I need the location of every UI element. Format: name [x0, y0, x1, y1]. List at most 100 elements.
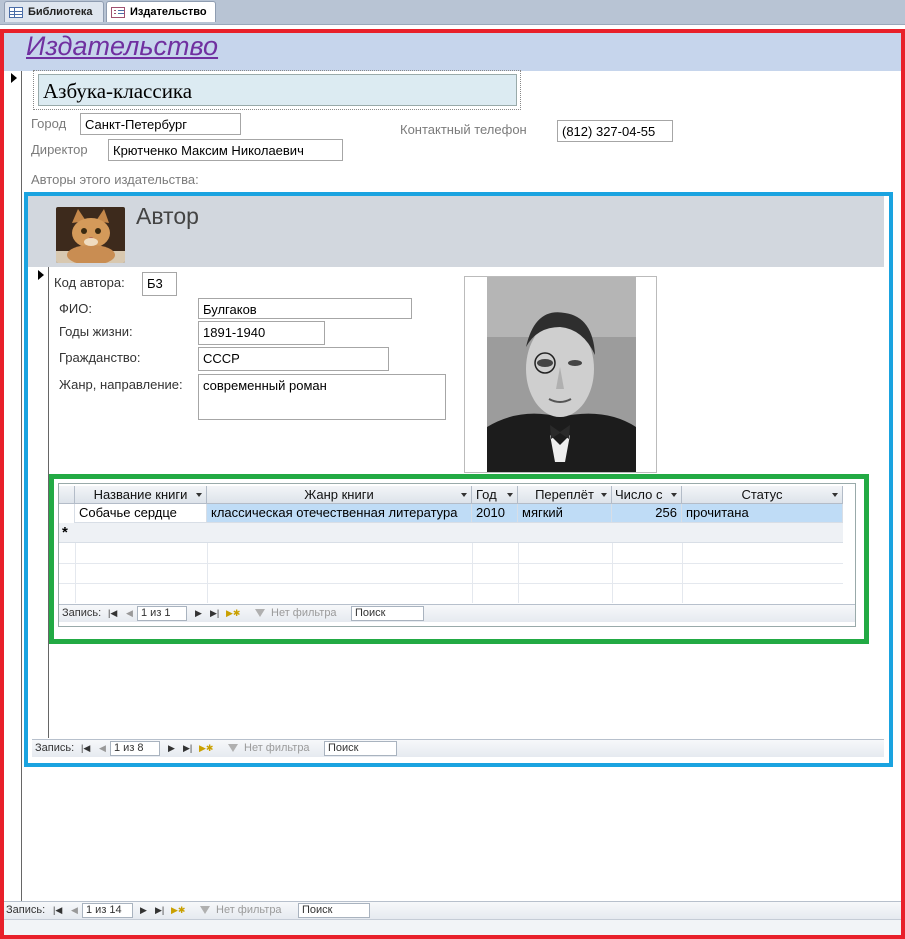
author-fio-label: ФИО:	[59, 301, 92, 316]
author-years-label: Годы жизни:	[59, 324, 133, 339]
column-header-year-label: Год	[476, 487, 497, 502]
column-header-status-label: Статус	[741, 487, 783, 502]
column-header-binding[interactable]: Переплёт	[518, 486, 612, 504]
column-header-book-title-label: Название книги	[93, 487, 188, 502]
grid-line	[682, 543, 683, 603]
last-record-icon[interactable]: ▶|	[155, 905, 164, 916]
author-record-label: Запись:	[35, 742, 75, 754]
cat-icon	[56, 207, 125, 263]
publisher-record-label: Запись:	[6, 904, 46, 916]
publisher-record-navigator: Запись: |◀ ◀ 1 из 14 ▶ ▶| ▶✱ Нет фильтра…	[4, 901, 901, 919]
author-code-label: Код автора:	[54, 275, 125, 290]
publisher-form-title: Издательство	[26, 31, 219, 61]
author-code-field[interactable]: Б3	[142, 272, 177, 296]
phone-label: Контактный телефон	[400, 122, 527, 137]
grid-line	[207, 543, 208, 603]
next-record-icon[interactable]: ▶	[168, 743, 175, 754]
chevron-down-icon[interactable]	[832, 493, 838, 497]
publisher-name-field[interactable]: Азбука-классика	[38, 74, 517, 106]
author-record-position[interactable]: 1 из 8	[110, 741, 160, 756]
table-icon	[9, 6, 23, 18]
column-header-book-title[interactable]: Название книги	[75, 486, 207, 504]
grid-line	[59, 583, 843, 584]
publisher-record-selector[interactable]	[6, 71, 22, 901]
form-icon	[111, 6, 125, 18]
next-record-icon[interactable]: ▶	[140, 905, 147, 916]
row-selector[interactable]	[59, 504, 75, 523]
new-record-marker: *	[62, 524, 68, 541]
new-record-icon[interactable]: ▶✱	[199, 743, 213, 754]
new-record-icon[interactable]: ▶✱	[171, 905, 185, 916]
column-header-year[interactable]: Год	[472, 486, 518, 504]
phone-field[interactable]: (812) 327-04-55	[557, 120, 673, 142]
cell-page-count[interactable]: 256	[612, 504, 682, 523]
column-header-book-genre[interactable]: Жанр книги	[207, 486, 472, 504]
new-record-row[interactable]	[59, 523, 843, 543]
chevron-down-icon[interactable]	[461, 493, 467, 497]
document-tab-bar: Библиотека Издательство	[0, 0, 905, 25]
director-label: Директор	[31, 142, 88, 157]
column-header-status[interactable]: Статус	[682, 486, 843, 504]
new-record-icon[interactable]: ▶✱	[226, 608, 240, 619]
tab-publisher-label: Издательство	[130, 6, 207, 18]
next-record-icon[interactable]: ▶	[195, 608, 202, 619]
author-record-navigator: Запись: |◀ ◀ 1 из 8 ▶ ▶| ▶✱ Нет фильтра …	[32, 739, 884, 757]
author-photo	[464, 276, 657, 473]
chevron-down-icon[interactable]	[507, 493, 513, 497]
column-header-page-count[interactable]: Число с	[612, 486, 682, 504]
cell-book-genre[interactable]: классическая отечественная литература	[207, 504, 472, 523]
publisher-search-box[interactable]: Поиск	[298, 903, 370, 918]
last-record-icon[interactable]: ▶|	[183, 743, 192, 754]
author-citizenship-field[interactable]: СССР	[198, 347, 389, 371]
column-header-book-genre-label: Жанр книги	[304, 487, 374, 502]
publisher-record-position[interactable]: 1 из 14	[82, 903, 133, 918]
author-citizenship-label: Гражданство:	[59, 350, 141, 365]
city-label: Город	[31, 116, 67, 131]
cell-binding[interactable]: мягкий	[518, 504, 612, 523]
status-strip	[4, 919, 901, 935]
author-fio-field[interactable]: Булгаков	[198, 298, 412, 319]
author-portrait-icon	[487, 277, 636, 472]
previous-record-icon[interactable]: ◀	[126, 608, 133, 619]
author-genre-label: Жанр, направление:	[59, 377, 183, 392]
books-record-navigator: Запись: |◀ ◀ 1 из 1 ▶ ▶| ▶✱ Нет фильтра …	[59, 604, 855, 622]
author-years-field[interactable]: 1891-1940	[198, 321, 325, 345]
filter-icon	[255, 609, 265, 617]
previous-record-icon[interactable]: ◀	[71, 905, 78, 916]
author-genre-field[interactable]: современный роман	[198, 374, 446, 420]
chevron-down-icon[interactable]	[671, 493, 677, 497]
books-record-label: Запись:	[62, 607, 102, 619]
previous-record-icon[interactable]: ◀	[99, 743, 106, 754]
first-record-icon[interactable]: |◀	[53, 905, 62, 916]
chevron-down-icon[interactable]	[601, 493, 607, 497]
first-record-icon[interactable]: |◀	[81, 743, 90, 754]
author-filter-status[interactable]: Нет фильтра	[244, 742, 310, 754]
grid-line	[472, 543, 473, 603]
current-author-arrow-icon	[38, 270, 44, 280]
books-search-box[interactable]: Поиск	[351, 606, 424, 621]
city-field[interactable]: Санкт-Петербург	[80, 113, 241, 135]
cell-status[interactable]: прочитана	[682, 504, 843, 523]
current-record-arrow-icon	[11, 73, 17, 83]
first-record-icon[interactable]: |◀	[108, 608, 117, 619]
author-record-selector[interactable]	[33, 267, 49, 738]
director-field[interactable]: Крютченко Максим Николаевич	[108, 139, 343, 161]
select-all-corner[interactable]	[59, 486, 75, 504]
column-header-binding-label: Переплёт	[535, 487, 594, 502]
author-search-box[interactable]: Поиск	[324, 741, 397, 756]
books-filter-status[interactable]: Нет фильтра	[271, 607, 337, 619]
tab-library[interactable]: Библиотека	[4, 1, 104, 22]
grid-line	[75, 543, 76, 603]
filter-icon	[228, 744, 238, 752]
cell-year[interactable]: 2010	[472, 504, 518, 523]
publisher-filter-status[interactable]: Нет фильтра	[216, 904, 282, 916]
tab-library-label: Библиотека	[28, 6, 93, 18]
cell-book-title[interactable]: Собачье сердце	[75, 504, 207, 523]
last-record-icon[interactable]: ▶|	[210, 608, 219, 619]
tab-publisher[interactable]: Издательство	[106, 1, 216, 22]
books-record-position[interactable]: 1 из 1	[137, 606, 187, 621]
grid-line	[518, 543, 519, 603]
grid-line	[612, 543, 613, 603]
authors-subform-label: Авторы этого издательства:	[31, 172, 199, 187]
chevron-down-icon[interactable]	[196, 493, 202, 497]
